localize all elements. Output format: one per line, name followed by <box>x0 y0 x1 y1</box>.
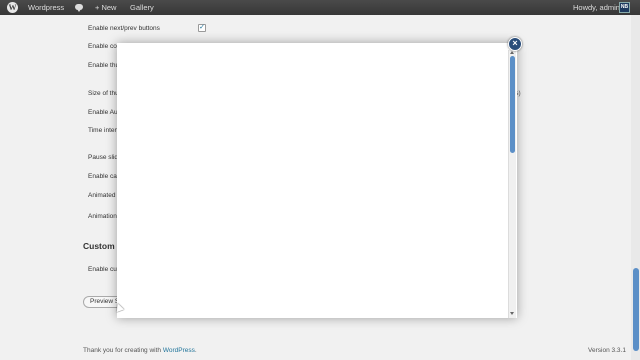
admin-bar: W Wordpress + New Gallery Howdy, admin N… <box>0 0 640 15</box>
modal-scroll-down-icon[interactable] <box>510 312 514 315</box>
avatar[interactable]: NB <box>619 2 630 13</box>
gallery-link[interactable]: Gallery <box>130 0 154 15</box>
setting-label-pause: Pause slid <box>88 154 118 161</box>
page-scrollbar-thumb[interactable] <box>633 268 639 351</box>
setting-label-thumb-size: Size of thu <box>88 90 119 97</box>
modal-scrollbar-thumb[interactable] <box>510 56 515 153</box>
site-name-link[interactable]: Wordpress <box>28 0 64 15</box>
next-prev-checkbox[interactable]: ✓ <box>198 24 206 32</box>
user-greeting[interactable]: Howdy, admin <box>573 0 620 15</box>
setting-label-animation: Animation <box>88 213 117 220</box>
footer-version: Version 3.3.1 <box>588 347 626 354</box>
footer-thanks: Thank you for creating with WordPress. <box>83 347 197 354</box>
setting-label-next-prev: Enable next/prev buttons <box>88 25 160 32</box>
setting-label-captions: Enable cap <box>88 173 121 180</box>
comments-icon[interactable] <box>75 4 83 12</box>
close-icon[interactable]: × <box>508 37 522 51</box>
preview-modal <box>117 43 517 318</box>
footer-thanks-suffix: . <box>194 347 197 354</box>
footer-thanks-prefix: Thank you for creating with <box>83 347 163 354</box>
new-content-link[interactable]: + New <box>95 0 116 15</box>
wordpress-logo-icon[interactable]: W <box>7 2 18 13</box>
setting-label-animated: Animated e <box>88 192 121 199</box>
setting-label-autoplay: Enable Au <box>88 109 118 116</box>
setting-label-custom: Enable cus <box>88 266 121 273</box>
setting-label-controls: Enable co <box>88 43 117 50</box>
wordpress-link[interactable]: WordPress <box>163 347 195 354</box>
modal-scroll-up-icon[interactable] <box>510 51 514 54</box>
